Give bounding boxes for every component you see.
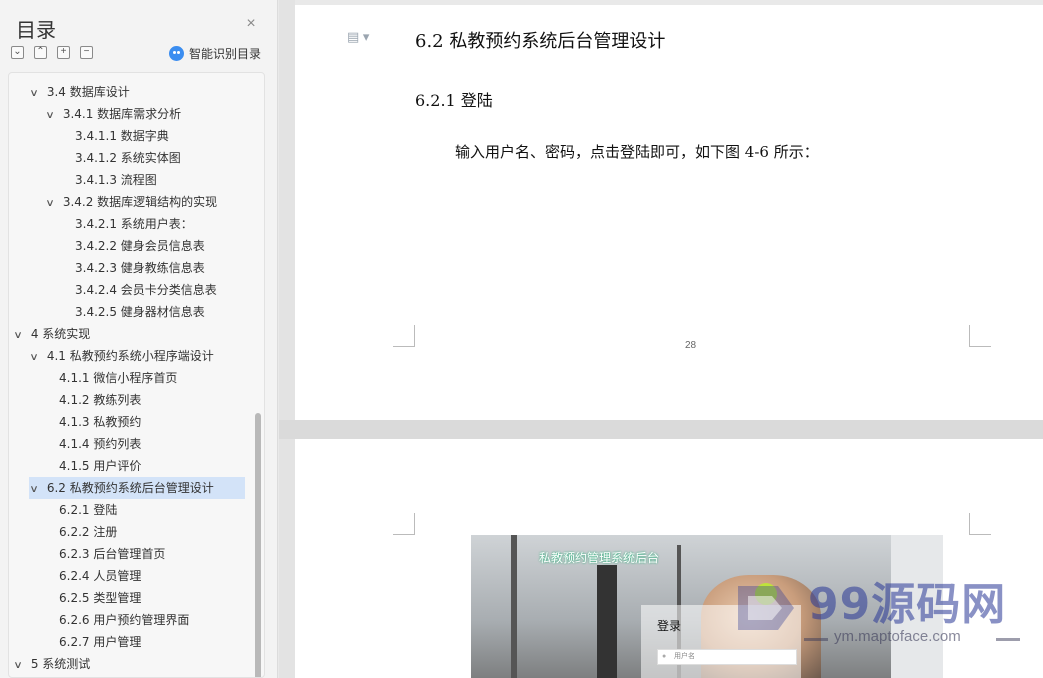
toc-item-label: 6.2.4 人员管理: [59, 569, 142, 583]
toc-sidebar: 目录 × ⌄ ⌃ + − 智能识别目录 ∨ 3.4 数据库设计 ∨ 3.4.1 数据库需…: [0, 0, 278, 678]
toc-item-label: 4.1.1 微信小程序首页: [59, 371, 178, 385]
document-gutter: [279, 0, 295, 678]
toc-item-label: 4.1.2 教练列表: [59, 393, 142, 407]
toc-item-label: 3.4.1.3 流程图: [75, 173, 157, 187]
toc-item[interactable]: 3.4.2.5 健身器材信息表: [75, 301, 205, 323]
expand-button[interactable]: +: [57, 46, 70, 59]
toc-item[interactable]: 3.4.2.2 健身会员信息表: [75, 235, 205, 257]
toc-scrollbar[interactable]: [255, 413, 261, 677]
toc-item-label: 4.1.5 用户评价: [59, 459, 142, 473]
gym-machine: [597, 565, 617, 678]
toc-item-label: 6.2.3 后台管理首页: [59, 547, 166, 561]
toc-item-label: 3.4 数据库设计: [46, 85, 130, 99]
page-separator: [279, 420, 1043, 439]
toc-item-label: 6.2.6 用户预约管理界面: [59, 613, 190, 627]
toc-item-label: 3.4.1.1 数据字典: [75, 129, 169, 143]
smart-recognize-label: 智能识别目录: [189, 47, 262, 61]
page-margin-corner: [969, 325, 991, 347]
toc-item-label: 3.4.2.2 健身会员信息表: [75, 239, 205, 253]
toc-item-label: 3.4.1.2 系统实体图: [75, 151, 181, 165]
toc-item[interactable]: 3.4.1.2 系统实体图: [75, 147, 181, 169]
toc-item[interactable]: 4.1.2 教练列表: [59, 389, 141, 411]
toc-item-label: 4.1.4 预约列表: [59, 437, 142, 451]
toc-toolbar: ⌄ ⌃ + −: [11, 46, 93, 59]
watermark-rule: [996, 638, 1020, 641]
chevron-down-icon[interactable]: ∨: [45, 193, 61, 215]
toc-item[interactable]: 6.2.4 人员管理: [59, 565, 141, 587]
toc-item-label: 4.1 私教预约系统小程序端设计: [46, 349, 214, 363]
watermark-url: ym.maptoface.com: [834, 628, 961, 645]
ai-assistant-icon: [169, 46, 184, 61]
toc-item[interactable]: 6.2.2 注册: [59, 521, 117, 543]
toc-item-label: 5 系统测试: [30, 657, 91, 671]
expand-up-button[interactable]: ⌃: [34, 46, 47, 59]
toc-item[interactable]: ∨ 5 系统测试: [13, 653, 91, 677]
toc-item[interactable]: 3.4.1.3 流程图: [75, 169, 157, 191]
chevron-down-icon[interactable]: ∨: [29, 83, 45, 105]
sidebar-title: 目录: [16, 18, 56, 42]
toc-item-label: 6.2.5 类型管理: [59, 591, 142, 605]
toc-item-label: 3.4.2.5 健身器材信息表: [75, 305, 205, 319]
toc-item[interactable]: ∨ 4.1 私教预约系统小程序端设计: [29, 345, 214, 369]
toc-item[interactable]: ∨ 3.4 数据库设计: [29, 81, 130, 105]
subsection-heading: 6.2.1 登陆: [415, 91, 493, 110]
toc-item-label: 6.2.7 用户管理: [59, 635, 142, 649]
gym-rack-beam: [511, 535, 517, 678]
page-margin-corner: [969, 513, 991, 535]
toc-item[interactable]: ∨ 3.4.2 数据库逻辑结构的实现: [45, 191, 218, 215]
toc-item-label: 6.2.2 注册: [59, 525, 118, 539]
toc-item[interactable]: 3.4.2.4 会员卡分类信息表: [75, 279, 217, 301]
login-title: 登录: [657, 619, 682, 633]
admin-system-title: 私教预约管理系统后台: [539, 551, 660, 565]
toc-item[interactable]: 4.1.4 预约列表: [59, 433, 141, 455]
chevron-down-icon[interactable]: ∨: [13, 325, 29, 347]
toc-item[interactable]: 6.2.7 用户管理: [59, 631, 141, 653]
toc-item[interactable]: 3.4.2.3 健身教练信息表: [75, 257, 205, 279]
toc-item-label: 4.1.3 私教预约: [59, 415, 142, 429]
toc-item-label: 3.4.2 数据库逻辑结构的实现: [62, 195, 218, 209]
watermark-text: 99源码网: [808, 579, 1007, 630]
watermark-rule: [804, 638, 828, 641]
toc-item-label: 6.2 私教预约系统后台管理设计: [46, 481, 214, 495]
chevron-down-icon[interactable]: ∨: [45, 105, 61, 127]
chevron-down-icon[interactable]: ∨: [29, 347, 45, 369]
page-number: 28: [685, 340, 697, 351]
collapse-button[interactable]: −: [80, 46, 93, 59]
toc-item[interactable]: 6.2.1 登陆: [59, 499, 117, 521]
smart-recognize-toc-button[interactable]: 智能识别目录: [169, 45, 261, 62]
body-paragraph: 输入用户名、密码，点击登陆即可，如下图 4-6 所示：: [455, 143, 819, 161]
chevron-down-icon[interactable]: ∨: [13, 655, 29, 677]
toc-item[interactable]: ∨ 6.2 私教预约系统后台管理设计: [29, 477, 245, 499]
close-icon[interactable]: ×: [243, 16, 259, 32]
toc-item[interactable]: ∨ 4 系统实现: [13, 323, 91, 347]
section-heading: 6.2 私教预约系统后台管理设计: [415, 31, 666, 52]
toc-item-label: 3.4.1 数据库需求分析: [62, 107, 182, 121]
toc-item-label: 3.4.2.3 健身教练信息表: [75, 261, 205, 275]
document-page-28: ▤ ▾ 6.2 私教预约系统后台管理设计 6.2.1 登陆 输入用户名、密码，点…: [295, 5, 1043, 420]
chevron-down-icon[interactable]: ∨: [29, 479, 45, 501]
toc-item-label: 3.4.2.1 系统用户表：: [75, 217, 193, 231]
toc-item[interactable]: 4.1.5 用户评价: [59, 455, 141, 477]
page-margin-corner: [393, 513, 415, 535]
toc-item-label: 3.4.2.4 会员卡分类信息表: [75, 283, 217, 297]
toc-item-label: 4 系统实现: [30, 327, 91, 341]
watermark-logo-icon: [738, 586, 794, 630]
toc-item[interactable]: 6.2.3 后台管理首页: [59, 543, 165, 565]
toc-item[interactable]: 4.1.3 私教预约: [59, 411, 141, 433]
toc-tree: ∨ 3.4 数据库设计 ∨ 3.4.1 数据库需求分析 3.4.1.1 数据字典 3.…: [8, 72, 265, 678]
toc-item[interactable]: 4.1.1 微信小程序首页: [59, 367, 177, 389]
document-format-icon[interactable]: ▤ ▾: [347, 29, 369, 45]
collapse-all-button[interactable]: ⌄: [11, 46, 24, 59]
toc-item[interactable]: 3.4.1.1 数据字典: [75, 125, 169, 147]
toc-item[interactable]: 3.4.2.1 系统用户表：: [75, 213, 193, 235]
toc-item[interactable]: 6.2.6 用户预约管理界面: [59, 609, 189, 631]
toc-item[interactable]: 6.2.5 类型管理: [59, 587, 141, 609]
watermark: 99源码网 ym.maptoface.com: [734, 568, 1024, 658]
toc-item-label: 6.2.1 登陆: [59, 503, 118, 517]
page-margin-corner: [393, 325, 415, 347]
toc-item[interactable]: ∨ 3.4.1 数据库需求分析: [45, 103, 182, 127]
